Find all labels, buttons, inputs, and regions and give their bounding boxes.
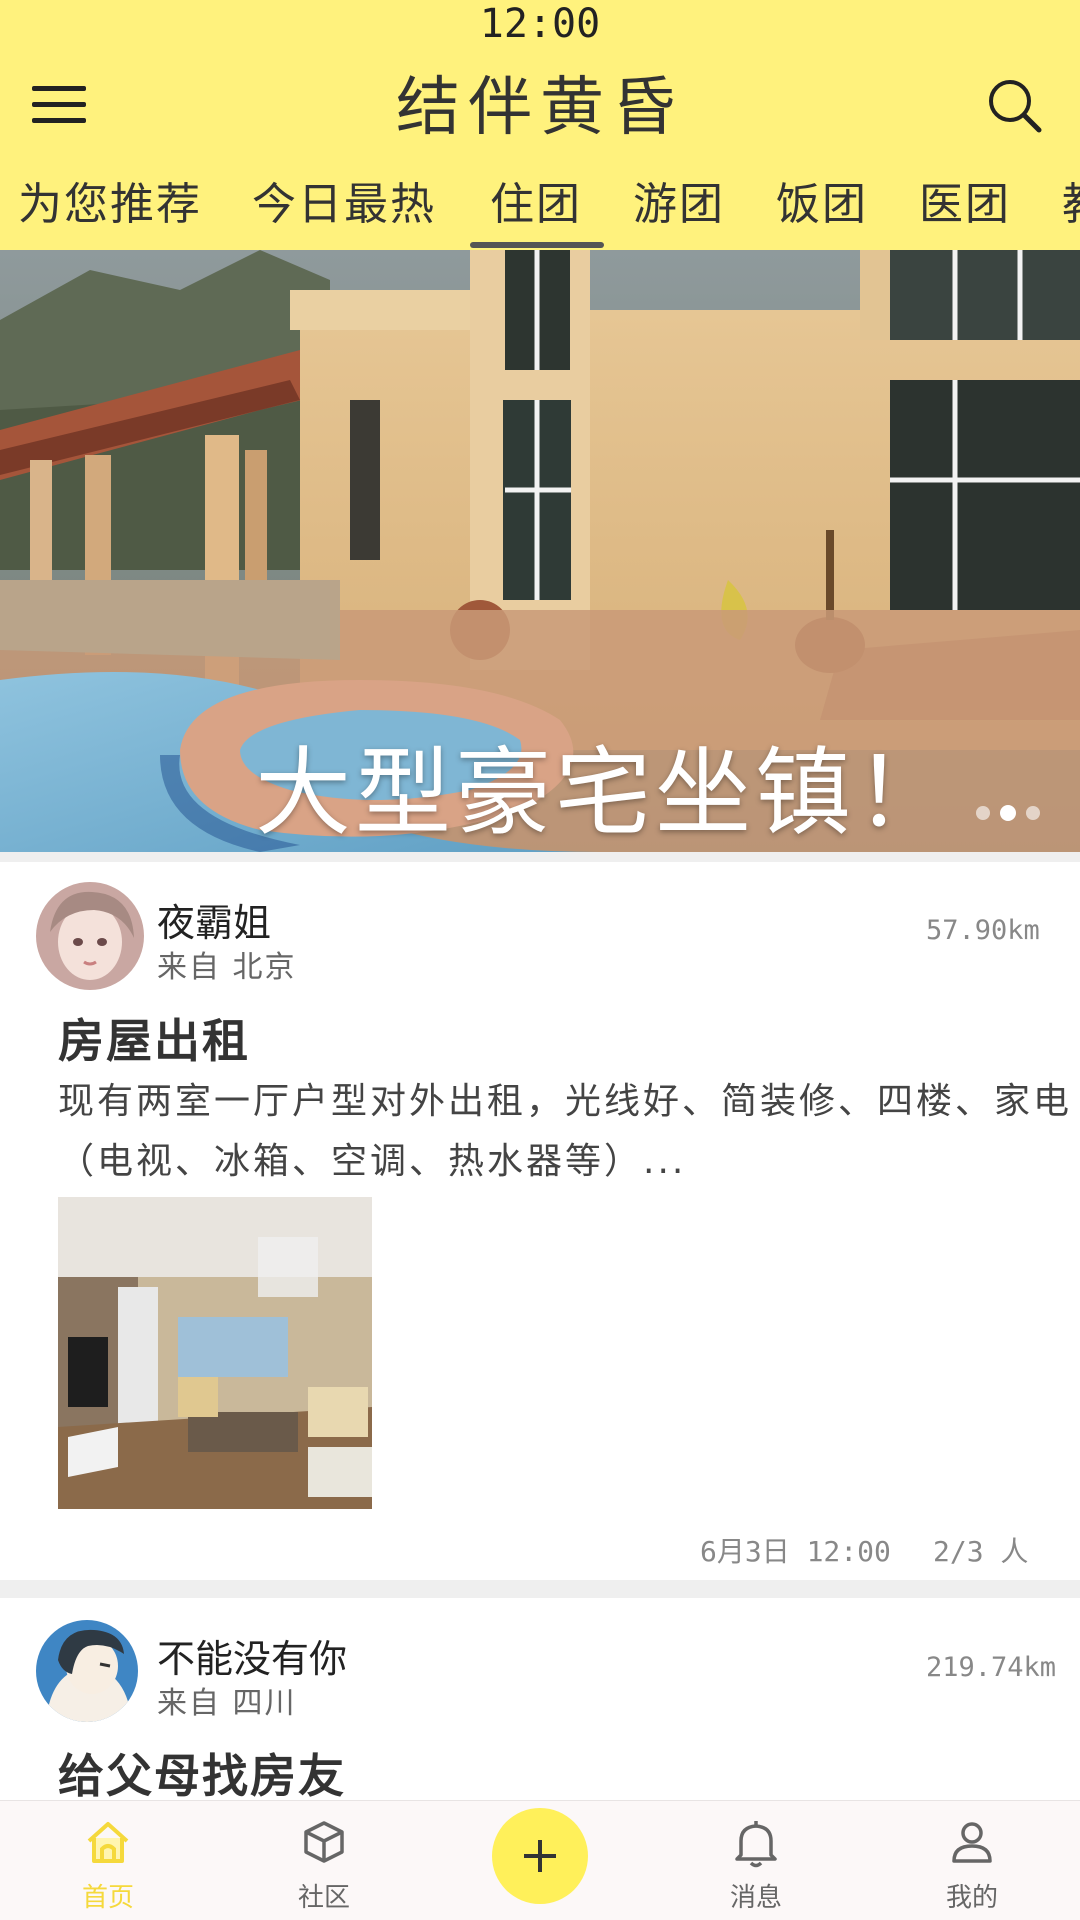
nav-messages[interactable]: 消息 (686, 1801, 826, 1920)
tab-hottest-today[interactable]: 今日最热 (252, 172, 436, 250)
nav-community[interactable]: 社区 (254, 1801, 394, 1920)
participant-count: 2/3 人 (933, 1535, 1029, 1568)
divider (0, 1580, 1080, 1598)
add-post-button[interactable] (492, 1808, 588, 1904)
divider (0, 852, 1080, 862)
post-photo-living-room[interactable] (58, 1197, 372, 1509)
nav-profile-label: 我的 (945, 1883, 998, 1913)
active-tab-indicator (470, 242, 604, 248)
post-date: 6月3日 12:00 (700, 1535, 891, 1568)
nav-home[interactable]: 首页 (38, 1801, 178, 1920)
home-icon (87, 1822, 129, 1863)
tab-recommended[interactable]: 为您推荐 (18, 172, 202, 250)
carousel-dot[interactable] (976, 806, 990, 820)
carousel-dot-active[interactable] (1000, 805, 1016, 821)
status-bar-time: 12:00 (479, 1, 601, 47)
carousel-dot[interactable] (1026, 806, 1040, 820)
distance-label: 57.90km (926, 915, 1040, 946)
banner-caption: 大型豪宅坐镇！ (255, 737, 955, 849)
nav-home-label: 首页 (81, 1883, 134, 1913)
post-title: 房屋出租 (58, 1014, 250, 1068)
nav-community-label: 社区 (297, 1883, 350, 1913)
nav-profile[interactable]: 我的 (902, 1801, 1042, 1920)
tab-education-group[interactable]: 教 (1062, 172, 1080, 250)
tab-dining-group[interactable]: 饭团 (776, 172, 868, 250)
nav-messages-label: 消息 (729, 1883, 782, 1913)
tab-housing-group[interactable]: 住团 (490, 172, 582, 250)
top-header: 12:00 结伴黄昏 为您推荐 今日最热 住团 游团 饭团 医团 教 (0, 0, 1080, 250)
app-title: 结伴黄昏 (396, 71, 684, 145)
user-avatar[interactable] (36, 882, 144, 990)
user-location: 来自 四川 (157, 1686, 297, 1721)
category-tabs: 为您推荐 今日最热 住团 游团 饭团 医团 教 (0, 172, 1080, 250)
user-location: 来自 北京 (157, 950, 297, 985)
tab-medical-group[interactable]: 医团 (919, 172, 1011, 250)
search-icon[interactable] (985, 76, 1045, 136)
distance-label: 219.74km (926, 1652, 1057, 1683)
post-card[interactable]: 夜霸姐 来自 北京 57.90km 房屋出租 现有两室一厅户型对外出租，光线好、… (0, 862, 1080, 1580)
cube-icon (304, 1821, 344, 1863)
post-title: 给父母找房友 (58, 1749, 346, 1803)
user-name[interactable]: 不能没有你 (157, 1628, 347, 1683)
user-name[interactable]: 夜霸姐 (157, 892, 271, 947)
post-body: 现有两室一厅户型对外出租，光线好、简装修、四楼、家电（电视、冰箱、空调、热水器等… (58, 1081, 1073, 1182)
app-screen: 12:00 结伴黄昏 为您推荐 今日最热 住团 游团 饭团 医团 教 (0, 0, 1080, 1920)
post-card[interactable]: 不能没有你 来自 四川 219.74km 给父母找房友 (0, 1598, 1080, 1803)
user-icon (952, 1822, 992, 1863)
bell-icon (735, 1821, 777, 1868)
tab-travel-group[interactable]: 游团 (633, 172, 725, 250)
user-avatar[interactable] (36, 1620, 138, 1722)
